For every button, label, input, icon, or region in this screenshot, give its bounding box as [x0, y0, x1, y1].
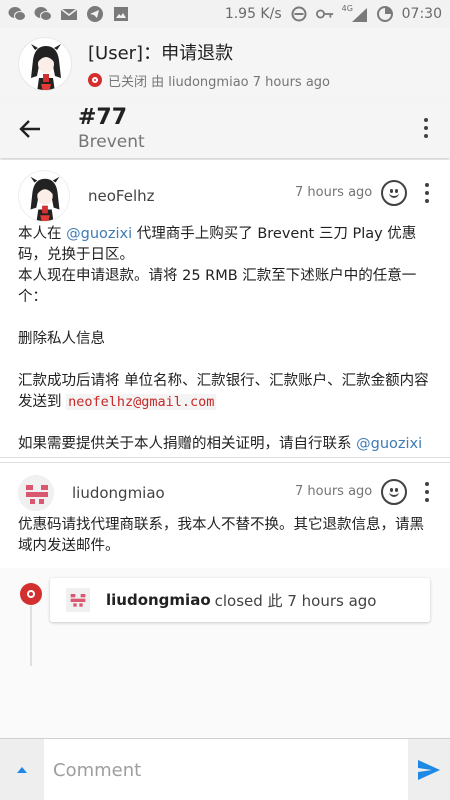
mention-link[interactable]: @guozixi [356, 436, 422, 452]
more-vert-icon [425, 183, 429, 187]
wechat-icon [34, 6, 52, 22]
comment-more-button[interactable] [415, 173, 439, 213]
text: 本人在 [18, 226, 67, 242]
notification-icons [8, 6, 130, 22]
no-sim-icon [290, 6, 308, 22]
mail-icon [60, 6, 78, 22]
network-speed: 1.95 K/s [224, 6, 282, 22]
issue-title: [User]：申请退款 [88, 42, 234, 64]
issue-status-text: 已关闭 由 liudongmiao 7 hours ago [108, 74, 331, 90]
smiley-icon [389, 491, 399, 497]
closed-state-icon [88, 73, 102, 87]
event-action: closed 此 7 hours ago [214, 591, 377, 610]
timeline-event: liudongmiao closed 此 7 hours ago [50, 578, 430, 622]
send-icon [418, 760, 440, 780]
back-button[interactable] [0, 100, 60, 158]
text: 本人现在申请退款。请将 25 RMB 汇款至下述账户中的任意一个： [18, 268, 417, 305]
comment-paragraph: 删除私人信息 [18, 331, 105, 347]
identicon-icon [19, 476, 53, 510]
comment-card: neoFelhz 7 hours ago 本人在 @guozixi 代理商手上购… [0, 160, 450, 458]
comment-author-avatar[interactable] [18, 475, 54, 511]
comment-body: 优惠码请找代理商联系，我本人不替不换。其它退款信息，请黑域内发送邮件。 [18, 517, 424, 554]
battery-icon [376, 6, 394, 22]
comment-time: 7 hours ago [295, 185, 373, 200]
toolbar: #77 Brevent [0, 100, 450, 158]
smiley-icon [389, 192, 399, 198]
comment-author[interactable]: neoFelhz [88, 187, 155, 205]
add-reaction-button[interactable] [381, 180, 407, 206]
system-status: 1.95 K/s 4G 07:30 [224, 4, 442, 22]
send-button[interactable] [408, 739, 450, 800]
issue-header: [User]：申请退款 已关闭 由 liudongmiao 7 hours ag… [0, 28, 450, 100]
comment-composer [0, 738, 450, 800]
repo-name[interactable]: Brevent [78, 132, 145, 152]
comment-input[interactable] [44, 739, 408, 800]
text: 如果需要提供关于本人捐赠的相关证明，请自行联系 [18, 436, 357, 452]
issue-number: #77 [78, 105, 128, 130]
anime-avatar-icon [31, 44, 61, 90]
arrow-up-icon [17, 767, 27, 773]
telegram-icon [86, 6, 104, 22]
comment-paragraph: 汇款成功后请将 单位名称、汇款银行、汇款账户、汇款金额内容发送到 neofelh… [18, 371, 434, 413]
clock: 07:30 [401, 6, 442, 22]
closed-event-icon [20, 583, 42, 605]
expand-composer-button[interactable] [0, 739, 44, 800]
identicon-icon [66, 588, 90, 612]
comment-time: 7 hours ago [295, 484, 373, 499]
comment-card: liudongmiao 7 hours ago 优惠码请找代理商联系，我本人不替… [0, 462, 450, 568]
arrow-back-icon [19, 120, 40, 138]
anime-avatar-icon [30, 176, 60, 221]
more-vert-icon [424, 118, 428, 122]
comment-body: 本人在 @guozixi 代理商手上购买了 Brevent 三刀 Play 优惠… [18, 224, 434, 455]
mention-link[interactable]: @guozixi [66, 226, 132, 242]
email-link[interactable]: neofelhz@gmail.com [66, 394, 217, 410]
comment-more-button[interactable] [415, 472, 439, 512]
toolbar-more-button[interactable] [414, 108, 438, 148]
image-icon [112, 6, 130, 22]
status-bar: 1.95 K/s 4G 07:30 [0, 0, 450, 28]
signal-icon: 4G [342, 4, 368, 22]
add-reaction-button[interactable] [381, 479, 407, 505]
more-vert-icon [425, 482, 429, 486]
wechat-icon [8, 6, 26, 22]
issue-status: 已关闭 由 liudongmiao 7 hours ago [88, 71, 330, 90]
key-icon [315, 6, 334, 22]
comment-paragraph: 如果需要提供关于本人捐赠的相关证明，请自行联系 @guozixi [18, 434, 434, 455]
timeline-line [30, 606, 32, 666]
author-avatar[interactable] [18, 37, 72, 91]
comment-author[interactable]: liudongmiao [72, 484, 165, 502]
comment-author-avatar[interactable] [18, 170, 70, 222]
event-actor[interactable]: liudongmiao [106, 591, 211, 609]
comment-paragraph: 本人在 @guozixi 代理商手上购买了 Brevent 三刀 Play 优惠… [18, 224, 434, 308]
